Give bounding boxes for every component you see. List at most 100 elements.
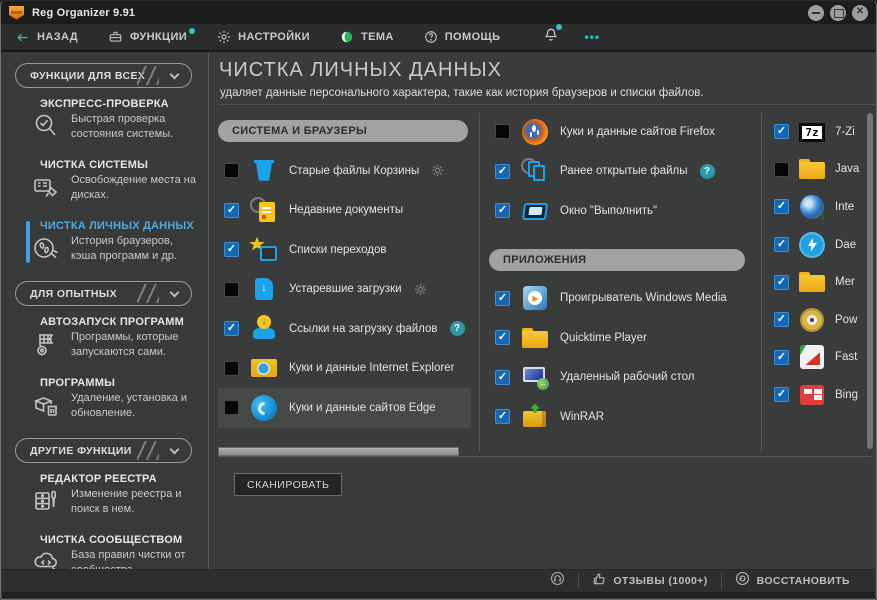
sidebar-item-programs[interactable]: ПРОГРАММЫ Удаление, установка и обновлен… (27, 377, 200, 421)
cleanup-row-quicktime[interactable]: Quicktime Player (489, 318, 747, 358)
stripes-decoration (137, 284, 159, 303)
folder-icon (520, 323, 550, 353)
cleanup-row-faststone[interactable]: Fast (771, 339, 871, 377)
checkbox[interactable] (495, 370, 510, 385)
arrow-left-icon (15, 31, 30, 44)
checkbox[interactable] (774, 124, 789, 139)
cleanup-row-download-links[interactable]: Ссылки на загрузку файлов (218, 309, 471, 349)
stripes-decoration (137, 66, 159, 85)
cleanup-row-remote-desktop[interactable]: Удаленный рабочий стол (489, 358, 747, 398)
feedback-button[interactable]: ОТЗЫВЫ (1000+) (578, 574, 720, 589)
cleanup-row-recent-files[interactable]: Ранее открытые файлы (489, 152, 747, 192)
cleanup-row-mer[interactable]: Mer (771, 263, 871, 301)
cleanup-label: 7-Zi (835, 126, 855, 138)
checkbox[interactable] (495, 164, 510, 179)
checkbox[interactable] (774, 312, 789, 327)
close-button[interactable] (852, 5, 868, 21)
support-button[interactable] (537, 574, 578, 589)
checkbox[interactable] (224, 400, 239, 415)
checkbox[interactable] (224, 321, 239, 336)
window-title: Reg Organizer 9.91 (32, 7, 135, 19)
notifications-button[interactable] (544, 27, 558, 47)
cleanup-row-recent-documents[interactable]: Недавние документы (218, 191, 471, 231)
cleanup-row-recycle-bin[interactable]: Старые файлы Корзины (218, 151, 471, 191)
column-system-browsers: СИСТЕМА И БРАУЗЕРЫ Старые файлы Корзины … (218, 112, 471, 428)
internet-explorer-icon (249, 353, 279, 383)
menu-back[interactable]: НАЗАД (15, 31, 78, 44)
sidebar-group-all-functions[interactable]: ФУНКЦИИ ДЛЯ ВСЕХ (15, 63, 192, 88)
horizontal-scrollbar-track[interactable] (218, 456, 871, 457)
sidebar-group-other[interactable]: ДРУГИЕ ФУНКЦИИ (15, 438, 192, 463)
cleanup-row-idm[interactable]: Inte (771, 188, 871, 226)
cleanup-label: Недавние документы (289, 204, 403, 216)
sidebar-item-community-cleanup[interactable]: ЧИСТКА СООБЩЕСТВОМ База правил чистки от… (27, 534, 200, 569)
vertical-scrollbar[interactable] (867, 113, 873, 449)
cleanup-label: Устаревшие загрузки (289, 283, 402, 295)
item-title: РЕДАКТОР РЕЕСТРА (40, 473, 200, 485)
window-bottom-edge (2, 592, 875, 598)
menu-theme[interactable]: ТЕМА (340, 30, 394, 44)
recent-files-icon (520, 156, 550, 186)
footprints-icon (32, 234, 62, 264)
menu-settings[interactable]: НАСТРОЙКИ (217, 30, 310, 44)
maximize-button[interactable] (830, 5, 846, 21)
cleanup-row-winrar[interactable]: WinRAR (489, 397, 747, 437)
help-badge-icon[interactable] (700, 164, 715, 179)
gear-icon[interactable] (414, 283, 427, 296)
checkbox[interactable] (774, 275, 789, 290)
section-header-system: СИСТЕМА И БРАУЗЕРЫ (218, 120, 468, 142)
cleanup-row-java[interactable]: Java (771, 151, 871, 189)
menu-functions[interactable]: ФУНКЦИИ (108, 30, 187, 44)
checkbox[interactable] (224, 361, 239, 376)
checkbox[interactable] (224, 282, 239, 297)
titlebar[interactable]: Reg Organizer 9.91 (1, 1, 876, 24)
windows-media-icon (520, 283, 550, 313)
group-label: ДЛЯ ОПЫТНЫХ (30, 288, 117, 300)
checkbox[interactable] (774, 350, 789, 365)
checkbox[interactable] (224, 203, 239, 218)
gear-icon[interactable] (431, 164, 444, 177)
more-menu-button[interactable]: ••• (584, 30, 600, 44)
sidebar-item-express-check[interactable]: ЭКСПРЕСС-ПРОВЕРКА Быстрая проверка состо… (27, 98, 200, 142)
menu-help[interactable]: ПОМОЩЬ (424, 30, 501, 44)
page-subtitle: удаляет данные персонального характера, … (220, 87, 704, 99)
checkbox[interactable] (774, 199, 789, 214)
item-desc: История браузеров, кэша программ и др. (71, 234, 200, 264)
sidebar-item-system-cleanup[interactable]: ЧИСТКА СИСТЕМЫ Освобождение места на дис… (27, 159, 200, 203)
cleanup-row-edge-cookies[interactable]: Куки и данные сайтов Edge (218, 388, 471, 428)
checkbox[interactable] (224, 163, 239, 178)
sidebar-divider (208, 54, 209, 569)
chevron-down-icon (170, 445, 180, 455)
cleanup-label: Окно "Выполнить" (560, 205, 657, 217)
sidebar-item-registry-editor[interactable]: РЕДАКТОР РЕЕСТРА Изменение реестра и пои… (27, 473, 200, 517)
minimize-button[interactable] (808, 5, 824, 21)
scan-button[interactable]: СКАНИРОВАТЬ (234, 473, 342, 496)
cleanup-label: Inte (835, 201, 854, 213)
item-title: АВТОЗАПУСК ПРОГРАММ (40, 316, 200, 328)
checkbox[interactable] (774, 162, 789, 177)
restore-button[interactable]: ВОССТАНОВИТЬ (721, 574, 863, 589)
cleanup-row-jump-lists[interactable]: Списки переходов (218, 230, 471, 270)
checkbox[interactable] (495, 124, 510, 139)
checkbox[interactable] (495, 409, 510, 424)
checkbox[interactable] (495, 291, 510, 306)
checkbox[interactable] (224, 242, 239, 257)
cleanup-row-firefox-cookies[interactable]: Куки и данные сайтов Firefox (489, 112, 747, 152)
checkbox[interactable] (495, 330, 510, 345)
cleanup-row-ie-cookies[interactable]: Куки и данные Internet Explorer (218, 349, 471, 389)
sidebar-item-autorun[interactable]: АВТОЗАПУСК ПРОГРАММ Программы, которые з… (27, 316, 200, 360)
checkbox[interactable] (495, 203, 510, 218)
cleanup-row-windows-media[interactable]: Проигрыватель Windows Media (489, 279, 747, 319)
cleanup-row-bing[interactable]: Bing (771, 376, 871, 414)
checkbox[interactable] (774, 237, 789, 252)
cleanup-row-daemon-tools[interactable]: Dae (771, 226, 871, 264)
cleanup-row-run-window[interactable]: Окно "Выполнить" (489, 191, 747, 231)
cleanup-row-powerdvd[interactable]: Pow (771, 301, 871, 339)
cleanup-row-7zip[interactable]: 7-Zi (771, 113, 871, 151)
checkbox[interactable] (774, 387, 789, 402)
sidebar-item-private-data-cleanup[interactable]: ЧИСТКА ЛИЧНЫХ ДАННЫХ История браузеров, … (27, 220, 200, 264)
horizontal-scrollbar-thumb[interactable] (218, 447, 459, 456)
sidebar-group-advanced[interactable]: ДЛЯ ОПЫТНЫХ (15, 281, 192, 306)
help-badge-icon[interactable] (450, 321, 465, 336)
cleanup-row-old-downloads[interactable]: Устаревшие загрузки (218, 270, 471, 310)
